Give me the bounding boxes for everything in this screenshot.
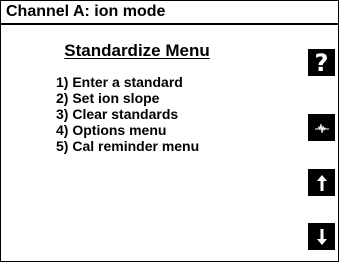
menu-list: 1) Enter a standard 2) Set ion slope 3) …	[56, 74, 199, 154]
probe-button[interactable]	[308, 114, 335, 141]
probe-icon	[314, 123, 329, 133]
arrow-down-icon	[316, 228, 327, 245]
help-icon: ?	[314, 48, 329, 77]
arrow-up-icon	[316, 174, 327, 191]
title-bar: Channel A: ion mode	[1, 1, 338, 25]
menu-item-clear-standards[interactable]: 3) Clear standards	[56, 106, 199, 122]
scroll-up-button[interactable]	[308, 169, 335, 196]
channel-title: Channel A: ion mode	[6, 3, 166, 20]
menu-title: Standardize Menu	[1, 41, 273, 61]
menu-title-text: Standardize Menu	[64, 41, 210, 60]
menu-item-enter-standard[interactable]: 1) Enter a standard	[56, 74, 199, 90]
menu-item-options[interactable]: 4) Options menu	[56, 122, 199, 138]
instrument-screen: Channel A: ion mode Standardize Menu 1) …	[0, 0, 339, 262]
menu-item-cal-reminder[interactable]: 5) Cal reminder menu	[56, 138, 199, 154]
scroll-down-button[interactable]	[308, 223, 335, 250]
menu-item-set-ion-slope[interactable]: 2) Set ion slope	[56, 90, 199, 106]
help-button[interactable]: ?	[308, 48, 335, 77]
